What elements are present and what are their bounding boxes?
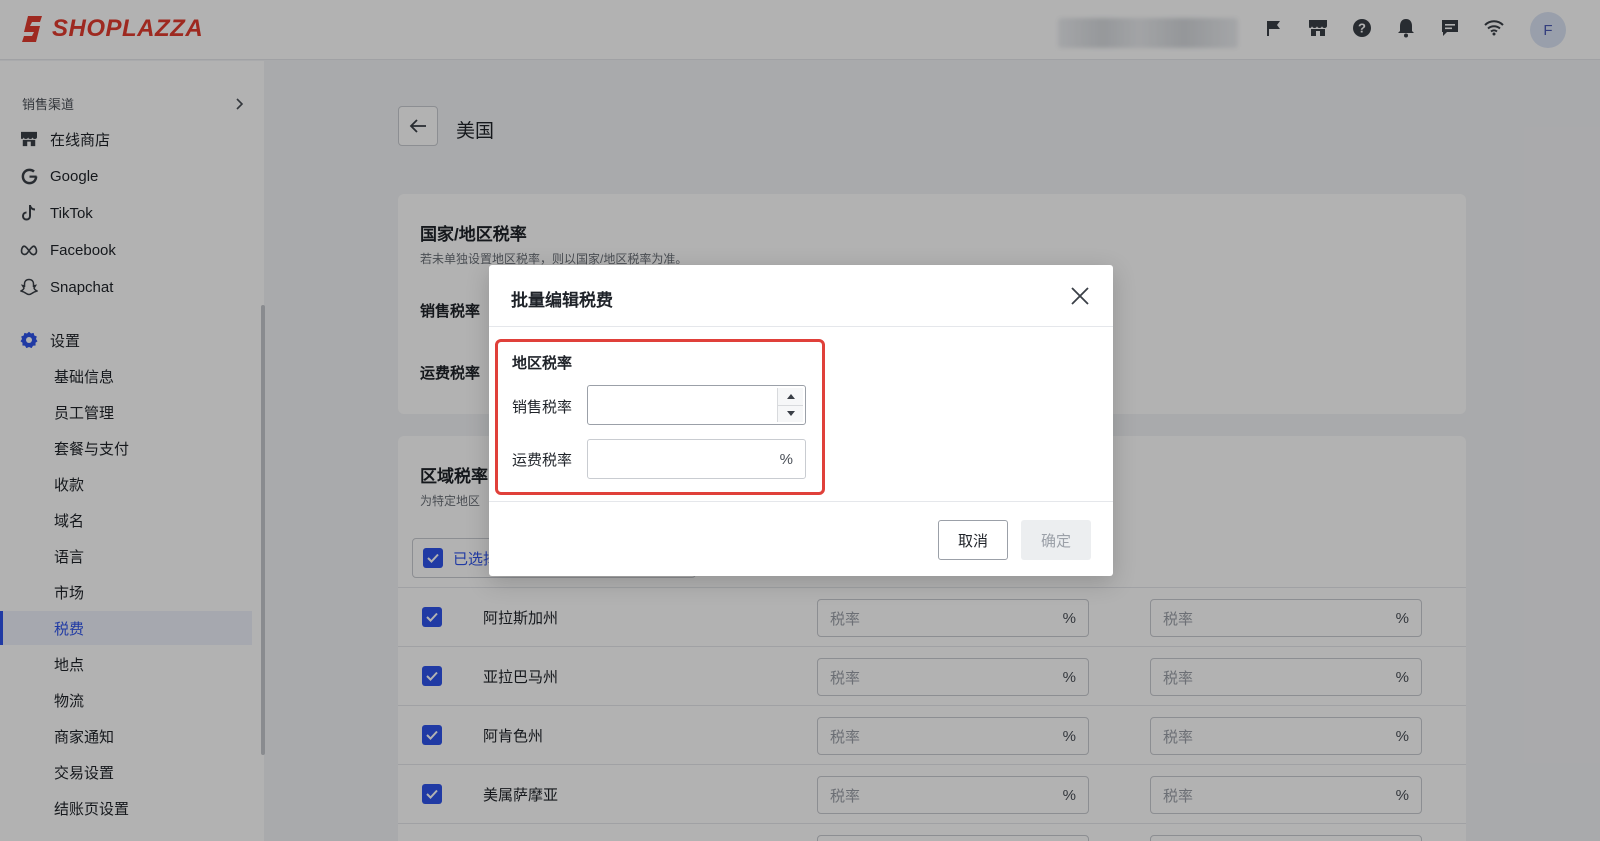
increment-button[interactable] [778, 388, 803, 406]
cancel-button[interactable]: 取消 [938, 520, 1008, 560]
close-button[interactable] [1069, 285, 1091, 307]
caret-up-icon [786, 393, 795, 399]
sales-tax-input[interactable] [587, 385, 806, 425]
confirm-button[interactable]: 确定 [1021, 520, 1091, 560]
percent-unit: % [779, 450, 793, 468]
bulk-edit-tax-modal: 批量编辑税费 地区税率 销售税率 运费税率 % 取消 确定 [489, 265, 1113, 576]
caret-down-icon [786, 411, 795, 417]
modal-header: 批量编辑税费 [489, 265, 1113, 327]
shipping-tax-input[interactable]: % [587, 439, 806, 479]
modal-title: 批量编辑税费 [511, 291, 613, 310]
region-tax-section-title: 地区税率 [512, 355, 573, 372]
modal-footer: 取消 确定 [489, 501, 1113, 576]
close-icon [1071, 287, 1089, 305]
decrement-button[interactable] [778, 406, 803, 423]
sales-tax-label: 销售税率 [512, 399, 573, 416]
number-stepper[interactable] [777, 388, 803, 422]
shipping-tax-label: 运费税率 [512, 452, 573, 469]
